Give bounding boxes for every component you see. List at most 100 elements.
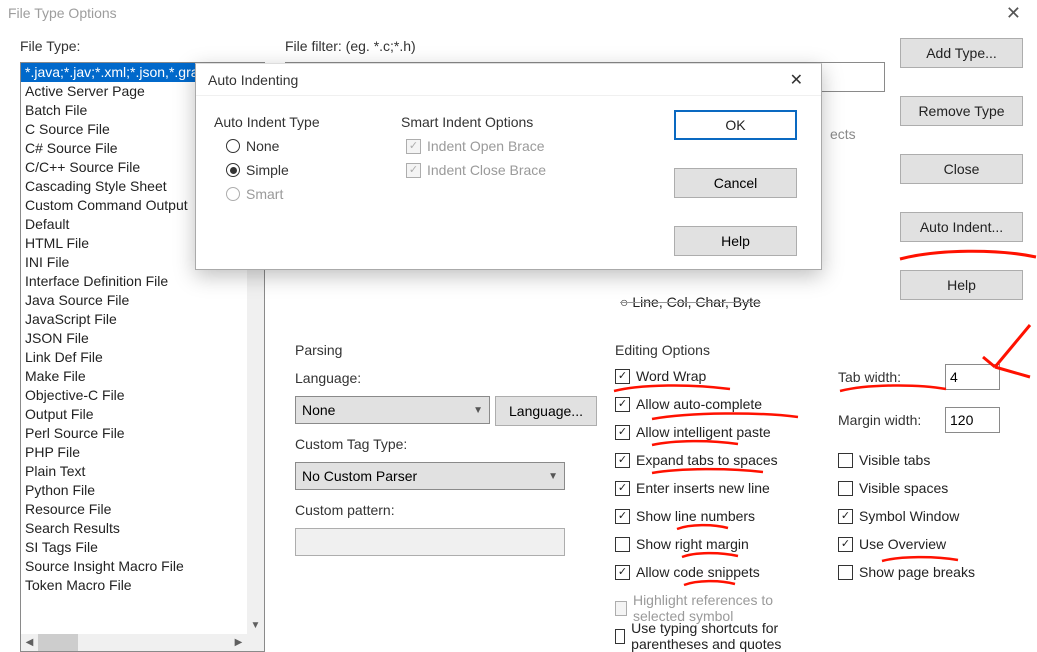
checkbox-icon <box>838 453 853 468</box>
close-button[interactable]: Close <box>900 154 1023 184</box>
checkbox-label: Allow intelligent paste <box>636 424 771 440</box>
window-title: File Type Options <box>8 5 998 21</box>
checkbox-label: Expand tabs to spaces <box>636 452 778 468</box>
obscured-text: ects <box>830 126 856 142</box>
checkbox-option[interactable]: ✓ Allow intelligent paste <box>615 424 820 440</box>
editing-options-heading: Editing Options <box>615 342 710 358</box>
checkbox-option[interactable]: ✓ Allow code snippets <box>615 564 820 580</box>
checkbox-icon: ✓ <box>615 481 630 496</box>
custom-pattern-label: Custom pattern: <box>295 502 395 518</box>
checkbox-option: ✓ Indent Close Brace <box>406 162 546 178</box>
dialog-help-button[interactable]: Help <box>674 226 797 256</box>
checkbox-label: Visible spaces <box>859 480 948 496</box>
checkbox-icon: ✓ <box>615 369 630 384</box>
custom-tag-select-value: No Custom Parser <box>302 468 417 484</box>
checkbox-option[interactable]: ✓Word Wrap <box>615 368 820 384</box>
checkbox-icon: ✓ <box>838 509 853 524</box>
radio-option[interactable]: Simple <box>226 162 289 178</box>
checkbox-icon: ✓ <box>406 139 421 154</box>
checkbox-label: Allow auto-complete <box>636 396 762 412</box>
checkbox-icon: ✓ <box>615 397 630 412</box>
tab-width-input[interactable] <box>945 364 1000 390</box>
list-item[interactable]: Resource File <box>21 500 264 519</box>
radio-option: Smart <box>226 186 289 202</box>
custom-tag-label: Custom Tag Type: <box>295 436 407 452</box>
obscured-radio-label: ○ Line, Col, Char, Byte <box>620 294 761 310</box>
ok-button[interactable]: OK <box>674 110 797 140</box>
radio-label: Simple <box>246 162 289 178</box>
checkbox-option[interactable]: ✓ Symbol Window <box>838 508 1037 524</box>
auto-indent-button[interactable]: Auto Indent... <box>900 212 1023 242</box>
checkbox-label: Allow code snippets <box>636 564 760 580</box>
checkbox-label: Indent Close Brace <box>427 162 546 178</box>
checkbox-label: Symbol Window <box>859 508 959 524</box>
list-item[interactable]: Java Source File <box>21 291 264 310</box>
list-item[interactable]: JavaScript File <box>21 310 264 329</box>
smart-indent-options-label: Smart Indent Options <box>401 114 533 130</box>
list-item[interactable]: SI Tags File <box>21 538 264 557</box>
checkbox-option[interactable]: ✓ Expand tabs to spaces <box>615 452 820 468</box>
chevron-down-icon: ▼ <box>473 405 483 416</box>
checkbox-label: Indent Open Brace <box>427 138 545 154</box>
close-icon[interactable]: ✕ <box>998 3 1029 24</box>
list-item[interactable]: Plain Text <box>21 462 264 481</box>
list-item[interactable]: JSON File <box>21 329 264 348</box>
language-select[interactable]: None ▼ <box>295 396 490 424</box>
list-item[interactable]: Perl Source File <box>21 424 264 443</box>
radio-icon <box>226 139 240 153</box>
list-item[interactable]: Token Macro File <box>21 576 264 595</box>
language-select-value: None <box>302 402 335 418</box>
cancel-button[interactable]: Cancel <box>674 168 797 198</box>
checkbox-label: Visible tabs <box>859 452 930 468</box>
checkbox-option[interactable]: ✓Use Overview <box>838 536 1037 552</box>
radio-option[interactable]: None <box>226 138 289 154</box>
list-item[interactable]: Interface Definition File <box>21 272 264 291</box>
checkbox-icon: ✓ <box>406 163 421 178</box>
scroll-down-icon[interactable]: ▼ <box>247 617 264 634</box>
custom-tag-select[interactable]: No Custom Parser ▼ <box>295 462 565 490</box>
tab-width-label: Tab width: <box>838 369 901 385</box>
margin-width-input[interactable] <box>945 407 1000 433</box>
checkbox-label: Use typing shortcuts for parentheses and… <box>631 620 820 652</box>
checkbox-option[interactable]: ✓Show line numbers <box>615 508 820 524</box>
radio-icon <box>226 163 240 177</box>
list-item[interactable]: Python File <box>21 481 264 500</box>
checkbox-icon: ✓ <box>615 425 630 440</box>
language-button[interactable]: Language... <box>495 396 597 426</box>
custom-pattern-input <box>295 528 565 556</box>
help-button[interactable]: Help <box>900 270 1023 300</box>
add-type-button[interactable]: Add Type... <box>900 38 1023 68</box>
checkbox-option[interactable]: Show page breaks <box>838 564 1037 580</box>
list-item[interactable]: Search Results <box>21 519 264 538</box>
radio-label: None <box>246 138 279 154</box>
list-item[interactable]: PHP File <box>21 443 264 462</box>
file-filter-label: File filter: (eg. *.c;*.h) <box>285 38 416 54</box>
radio-label: Smart <box>246 186 283 202</box>
checkbox-icon <box>615 537 630 552</box>
remove-type-button[interactable]: Remove Type <box>900 96 1023 126</box>
list-item[interactable]: Objective-C File <box>21 386 264 405</box>
checkbox-option[interactable]: Use typing shortcuts for parentheses and… <box>615 620 820 652</box>
checkbox-icon <box>838 565 853 580</box>
file-type-label: File Type: <box>20 38 80 54</box>
checkbox-icon <box>615 629 625 644</box>
checkbox-icon: ✓ <box>838 537 853 552</box>
list-item[interactable]: Output File <box>21 405 264 424</box>
dialog-close-icon[interactable]: ✕ <box>784 70 809 90</box>
checkbox-option[interactable]: ✓ Allow auto-complete <box>615 396 820 412</box>
parsing-heading: Parsing <box>295 342 342 358</box>
checkbox-icon: ✓ <box>615 565 630 580</box>
margin-width-label: Margin width: <box>838 412 921 428</box>
list-item[interactable]: Make File <box>21 367 264 386</box>
checkbox-option[interactable]: ✓Enter inserts new line <box>615 480 820 496</box>
checkbox-icon <box>615 601 627 616</box>
checkbox-label: Show line numbers <box>636 508 755 524</box>
checkbox-option[interactable]: Visible tabs <box>838 452 1037 468</box>
list-item[interactable]: Source Insight Macro File <box>21 557 264 576</box>
checkbox-option[interactable]: Visible spaces <box>838 480 1037 496</box>
list-item[interactable]: Link Def File <box>21 348 264 367</box>
checkbox-icon <box>838 481 853 496</box>
checkbox-option[interactable]: Show right margin <box>615 536 820 552</box>
checkbox-icon: ✓ <box>615 453 630 468</box>
checkbox-label: Show page breaks <box>859 564 975 580</box>
